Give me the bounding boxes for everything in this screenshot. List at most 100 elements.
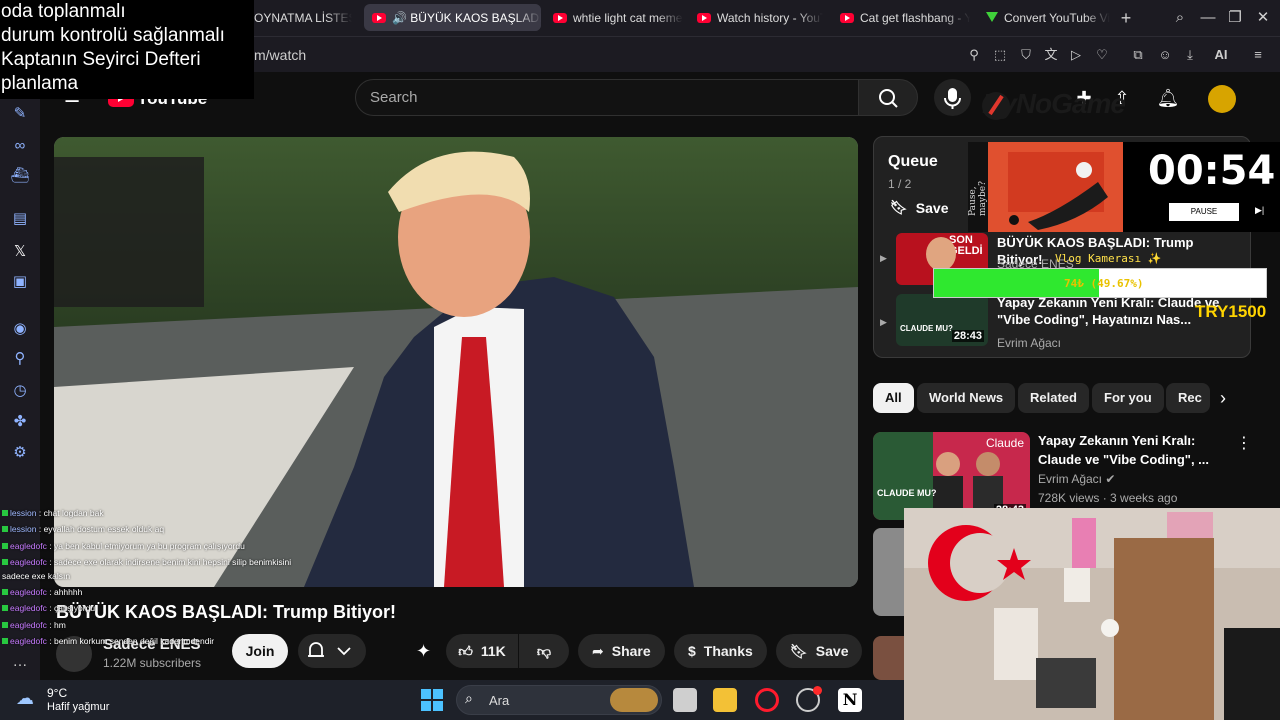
- play-icon[interactable]: ▷: [1066, 45, 1086, 65]
- youtube-favicon-icon: [697, 12, 711, 23]
- queue-save-label: Save: [915, 199, 949, 216]
- recommendation-thumbnail[interactable]: Claude CLAUDE MU? 28:43: [873, 432, 1030, 520]
- like-button[interactable]: 👍︎ 11K: [446, 634, 518, 668]
- share-label: Share: [611, 643, 651, 659]
- note-line: Kaptanın Seyirci Defteri: [1, 49, 201, 70]
- weather-temperature[interactable]: 9°C: [47, 686, 67, 700]
- chip-recent[interactable]: Rec: [1166, 383, 1210, 413]
- recommendation-thumbnail[interactable]: [873, 528, 905, 616]
- tab-active-video[interactable]: 🔊 BÜYÜK KAOS BAŞLADI: Trump Bitiyor!: [364, 4, 541, 31]
- queue-play-icon: ▶: [880, 317, 887, 327]
- search-button[interactable]: [858, 79, 918, 116]
- dislike-button[interactable]: 👎︎: [519, 634, 569, 668]
- screenshot-icon[interactable]: ⬚: [990, 45, 1010, 65]
- bynogame-logo-icon: [982, 92, 1010, 120]
- recommendation-channel[interactable]: Evrim Ağacı ✔: [1038, 472, 1115, 486]
- search-icon: [879, 89, 898, 108]
- microphone-icon: [944, 88, 961, 109]
- share-button[interactable]: ➦ Share: [578, 634, 665, 668]
- tab-converter[interactable]: Convert YouTube Videos: [976, 4, 1110, 31]
- x-icon[interactable]: 𝕏: [10, 242, 30, 262]
- chip-all[interactable]: All: [873, 383, 914, 413]
- search-tabs-icon[interactable]: ⌕: [1170, 8, 1190, 28]
- download-icon[interactable]: ⤓: [1180, 45, 1200, 65]
- verified-check-icon: ✔: [1105, 472, 1116, 486]
- task-view-icon[interactable]: [673, 688, 697, 712]
- tab-playlist[interactable]: OYNATMA LİSTESİ - OYNAYANLAR FİLM: [246, 4, 352, 31]
- tab-cat-meme[interactable]: whtie light cat meme - YouTube: [545, 4, 683, 31]
- tab-cat-flashbang[interactable]: Cat get flashbang - YouTube: [832, 4, 970, 31]
- thanks-label: Thanks: [703, 643, 753, 659]
- recommendation-title[interactable]: Yapay Zekanın Yeni Kralı: Claude ve "Vib…: [1038, 431, 1238, 469]
- chat-message: sadece exe kalsın: [2, 571, 70, 581]
- more-options-icon[interactable]: ⋮: [1236, 433, 1252, 453]
- opera-browser-icon[interactable]: [755, 688, 779, 712]
- file-explorer-icon[interactable]: [713, 688, 737, 712]
- chip-for-you[interactable]: For you: [1092, 383, 1164, 413]
- promo-illustration: [988, 142, 1123, 232]
- chat-user: eagledofc: [10, 620, 47, 630]
- minimize-icon[interactable]: —: [1198, 8, 1218, 28]
- profile-icon[interactable]: ☺: [1155, 45, 1175, 65]
- settings-gear-icon[interactable]: ⚙: [10, 443, 30, 463]
- more-icon[interactable]: …: [10, 652, 30, 672]
- chat-text: : ya ben kabul etmiyorum ya bu program ç…: [49, 541, 245, 551]
- queue-item-channel[interactable]: Evrim Ağacı: [997, 336, 1061, 350]
- chat-text: sadece exe kalsın: [2, 571, 71, 581]
- save-label: Save: [815, 643, 849, 659]
- recommendation-thumbnail[interactable]: [873, 636, 905, 680]
- notification-dot: [813, 686, 822, 695]
- chat-user: eagledofc: [10, 636, 47, 646]
- voice-search-button[interactable]: [934, 79, 971, 116]
- ai-button[interactable]: AI: [1206, 45, 1236, 65]
- thanks-button[interactable]: $ Thanks: [674, 634, 767, 668]
- queue-item-thumbnail[interactable]: CLAUDE MU? 28:43: [896, 294, 988, 346]
- pin-icon[interactable]: ⚲: [964, 45, 984, 65]
- chat-text: : eyvallah dostum essek olduk aq: [38, 524, 165, 534]
- pin-sidebar-icon[interactable]: ⚲: [10, 349, 30, 369]
- player-icon[interactable]: ◉: [10, 319, 30, 339]
- menu-icon[interactable]: ≡: [1248, 45, 1268, 65]
- close-window-icon[interactable]: ✕: [1253, 8, 1273, 28]
- recommendation-meta: 728K views · 3 weeks ago: [1038, 491, 1178, 505]
- extensions-icon[interactable]: ⧉: [1128, 45, 1148, 65]
- shield-icon[interactable]: ⛉: [1016, 45, 1036, 65]
- notion-icon[interactable]: N: [838, 688, 862, 712]
- windows-start-icon[interactable]: [420, 688, 444, 717]
- url-field[interactable]: m/watch: [254, 47, 306, 63]
- chevron-right-icon[interactable]: ›: [1220, 388, 1226, 409]
- pen-icon[interactable]: ✎: [10, 104, 30, 124]
- new-tab-button[interactable]: +: [1116, 8, 1136, 28]
- tab-watch-history[interactable]: Watch history - YouTube: [689, 4, 823, 31]
- pause-button[interactable]: PAUSE: [1169, 203, 1239, 221]
- glasses-icon[interactable]: ∞: [10, 136, 30, 156]
- chat-text: : chat logdan bak: [38, 508, 104, 518]
- notifications-bell-icon[interactable]: 🔔︎: [1156, 86, 1180, 110]
- save-button[interactable]: 🔖︎ Save: [776, 634, 863, 668]
- avatar[interactable]: [1208, 85, 1236, 113]
- ship-icon[interactable]: ⛴: [10, 166, 30, 186]
- queue-save-button[interactable]: 🔖︎ Save: [890, 199, 948, 216]
- sparkle-icon[interactable]: ✦: [416, 641, 438, 663]
- twitch-icon[interactable]: ▤: [10, 209, 30, 229]
- countdown-timer: 00:54: [1148, 148, 1276, 194]
- heart-icon[interactable]: ♡: [1092, 45, 1112, 65]
- puzzle-icon[interactable]: ✤: [10, 412, 30, 432]
- next-icon[interactable]: ▶|: [1255, 205, 1264, 216]
- download-arrow-icon: [984, 11, 998, 23]
- bookmark-icon: 🔖︎: [890, 199, 908, 215]
- youtube-favicon-icon: [840, 12, 854, 23]
- chip-related[interactable]: Related: [1018, 383, 1089, 413]
- webcam-feed: [904, 508, 1280, 720]
- chat-message: eagledofc : ya ben kabul etmiyorum ya bu…: [2, 541, 245, 551]
- store-icon[interactable]: ▣: [10, 272, 30, 292]
- bookmark-icon: 🔖︎: [790, 642, 808, 659]
- chip-world-news[interactable]: World News: [917, 383, 1016, 413]
- thanks-dollar-icon: $: [688, 643, 696, 659]
- weather-description[interactable]: Hafif yağmur: [47, 701, 109, 713]
- history-icon[interactable]: ◷: [10, 381, 30, 401]
- translate-icon[interactable]: 文: [1041, 45, 1061, 65]
- weather-cloud-icon[interactable]: ☁: [16, 688, 42, 710]
- search-input[interactable]: Search: [355, 79, 859, 116]
- restore-icon[interactable]: ❐: [1225, 8, 1245, 28]
